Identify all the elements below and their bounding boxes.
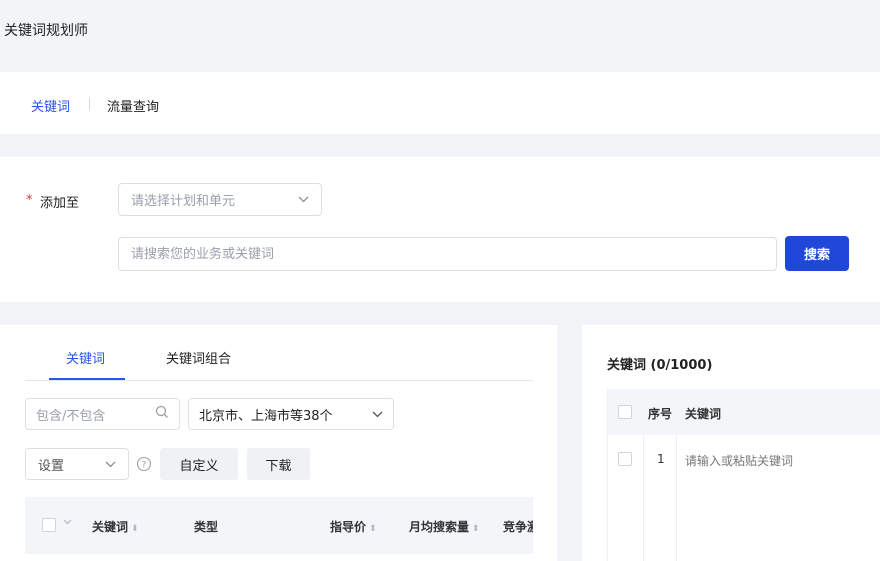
selected-keywords-title: 关键词 (0/1000) (607, 358, 713, 373)
customize-button[interactable]: 自定义 (160, 448, 238, 480)
search-button[interactable]: 搜索 (785, 236, 849, 271)
help-icon[interactable]: ? (136, 456, 152, 472)
tab-separator (89, 98, 90, 110)
keyword-entry-placeholder[interactable]: 请输入或粘贴关键词 (685, 452, 793, 469)
sort-icon[interactable]: ⬍ (472, 524, 480, 534)
required-mark: * (26, 193, 33, 208)
add-to-label: 添加至 (40, 196, 80, 211)
column-header-keyword: 关键词 (685, 407, 722, 421)
download-button[interactable]: 下载 (247, 448, 310, 480)
active-tab-indicator (49, 378, 125, 380)
tab-keywords[interactable]: 关键词 (66, 348, 105, 367)
column-header-competition[interactable]: 竞争激 (503, 518, 533, 535)
region-value: 北京市、上海市等38个 (199, 408, 333, 424)
column-header-keyword[interactable]: 关键词 ⬍ (92, 518, 139, 535)
select-all-checkbox[interactable] (42, 518, 56, 532)
app-title: 关键词规划师 (4, 23, 88, 39)
tab-keyword-combination[interactable]: 关键词组合 (166, 348, 231, 367)
include-exclude-filter[interactable]: 包含/不包含 (25, 398, 180, 430)
column-header-guide-price[interactable]: 指导价 ⬍ (330, 518, 377, 535)
tab-divider (25, 380, 533, 381)
tab-keyword[interactable]: 关键词 (31, 96, 70, 115)
table-border (607, 389, 608, 561)
column-divider (643, 435, 644, 561)
settings-select[interactable]: 设置 (25, 448, 129, 480)
plan-unit-select[interactable]: 请选择计划和单元 (118, 183, 322, 216)
sort-icon[interactable]: ⬍ (369, 524, 377, 534)
select-all-checkbox[interactable] (618, 405, 632, 419)
row-checkbox[interactable] (618, 452, 632, 466)
column-header-index: 序号 (648, 407, 673, 421)
filter-placeholder: 包含/不包含 (36, 408, 106, 424)
column-label: 指导价 (330, 520, 367, 534)
column-divider (676, 435, 677, 561)
column-label: 月均搜索量 (409, 520, 470, 534)
search-icon (155, 405, 169, 423)
chevron-down-icon (372, 408, 383, 421)
chevron-down-icon[interactable] (63, 517, 72, 528)
region-select[interactable]: 北京市、上海市等38个 (188, 398, 394, 430)
column-label: 竞争激 (503, 520, 533, 534)
keyword-search-input[interactable] (118, 237, 777, 271)
chevron-down-icon (105, 458, 116, 471)
column-label: 类型 (194, 520, 219, 534)
svg-text:?: ? (142, 461, 147, 471)
column-header-type: 类型 (194, 518, 218, 535)
settings-value: 设置 (38, 458, 65, 474)
search-card (0, 157, 880, 302)
tab-traffic-query[interactable]: 流量查询 (107, 96, 159, 115)
sort-icon[interactable]: ⬍ (131, 524, 139, 534)
row-index: 1 (657, 452, 665, 466)
plan-unit-select-placeholder: 请选择计划和单元 (131, 194, 236, 209)
column-label: 关键词 (92, 520, 129, 534)
chevron-down-icon (298, 193, 309, 206)
column-header-monthly-search[interactable]: 月均搜索量 ⬍ (409, 518, 480, 535)
